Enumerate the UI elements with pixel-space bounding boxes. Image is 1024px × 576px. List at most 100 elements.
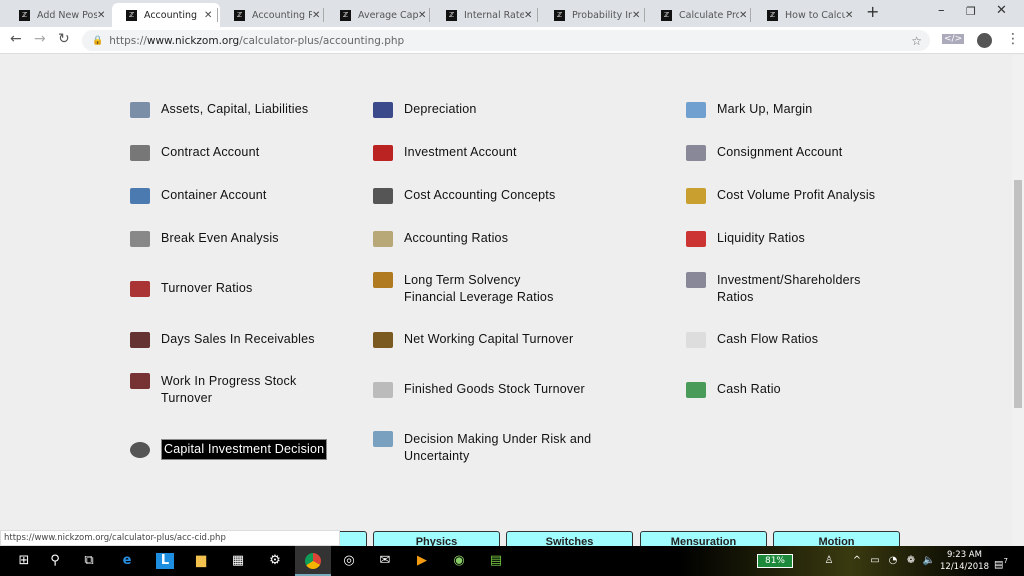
toolbar: ← → ↻ 🔒 https://www.nickzom.org/calculat… <box>0 27 1024 54</box>
people-icon[interactable]: ♙ <box>820 553 838 569</box>
topic-link[interactable]: Investment/Shareholders Ratios <box>686 272 861 306</box>
topic-link[interactable]: Finished Goods Stock Turnover <box>373 381 585 398</box>
reload-icon[interactable]: ↻ <box>58 31 70 47</box>
wifi-icon[interactable]: ◔ <box>884 553 902 569</box>
tab[interactable]: ℤInternal Rate o✕ <box>432 3 540 27</box>
topic-thumbnail-icon <box>373 230 393 247</box>
topic-link[interactable]: Assets, Capital, Liabilities <box>130 101 308 118</box>
media-player-icon[interactable]: ▶ <box>413 553 431 569</box>
favicon-icon: ℤ <box>554 9 565 21</box>
tab-separator <box>644 8 645 22</box>
tab[interactable]: ℤProbability Ind✕ <box>540 3 648 27</box>
chevron-up-icon[interactable]: ^ <box>848 553 866 569</box>
topic-thumbnail-icon <box>686 272 706 288</box>
topic-link[interactable]: Net Working Capital Turnover <box>373 331 573 348</box>
close-tab-icon[interactable]: ✕ <box>845 10 861 21</box>
task-view-icon[interactable]: ⧉ <box>80 553 98 569</box>
chrome-icon[interactable] <box>295 546 331 576</box>
settings-icon[interactable]: ⚙ <box>266 553 284 569</box>
notifications-icon[interactable]: ▤7 <box>992 553 1010 570</box>
tab[interactable]: ℤAccounting Ra✕ <box>220 3 328 27</box>
tab[interactable]: ℤHow to Calcula✕ <box>753 3 861 27</box>
topic-thumbnail-icon <box>686 187 706 204</box>
clock[interactable]: 9:23 AM 12/14/2018 <box>940 549 989 573</box>
mail-icon[interactable]: ✉ <box>376 553 394 569</box>
tab[interactable]: ℤCalculate Prob✕ <box>647 3 755 27</box>
tab-separator <box>217 8 218 22</box>
topic-thumbnail-icon <box>130 144 150 161</box>
android-studio-icon[interactable]: ◉ <box>450 553 468 569</box>
topic-link[interactable]: Contract Account <box>130 144 259 161</box>
topic-thumbnail-icon <box>373 331 393 348</box>
topic-link[interactable]: Cash Ratio <box>686 381 781 398</box>
new-tab-button[interactable]: + <box>866 2 879 21</box>
favicon-icon: ℤ <box>340 9 351 21</box>
scrollbar[interactable] <box>1012 55 1024 545</box>
topic-link[interactable]: Turnover Ratios <box>130 280 252 297</box>
taskbar: ⊞ ⚲ ⧉ e L ▆ ▦ ⚙ ◎ ✉ ▶ ◉ ▤ 81% ♙ ^ ▭ ◔ ❁ … <box>0 546 1024 576</box>
topic-link[interactable]: Long Term Solvency Financial Leverage Ra… <box>373 272 554 306</box>
close-window-button[interactable]: ✕ <box>996 3 1007 18</box>
topic-link[interactable]: Break Even Analysis <box>130 230 279 247</box>
tab[interactable]: ℤAverage Capit✕ <box>326 3 434 27</box>
extension-icon[interactable]: </> <box>942 34 965 44</box>
topic-thumbnail-icon <box>686 101 706 118</box>
topic-link[interactable]: Decision Making Under Risk and Uncertain… <box>373 431 591 465</box>
notepad-icon[interactable]: ▤ <box>487 553 505 569</box>
topic-link[interactable]: Cost Accounting Concepts <box>373 187 555 204</box>
network-icon[interactable]: ❁ <box>902 553 920 569</box>
favicon-icon: ℤ <box>234 9 245 21</box>
topic-thumbnail-icon <box>373 272 393 288</box>
edge-icon[interactable]: e <box>118 553 136 569</box>
back-icon[interactable]: ← <box>10 31 22 47</box>
windows-start-icon[interactable]: ⊞ <box>15 553 33 569</box>
topic-thumbnail-icon <box>373 381 393 398</box>
tab-separator <box>429 8 430 22</box>
favicon-icon: ℤ <box>126 9 137 21</box>
topic-thumbnail-icon <box>373 144 393 161</box>
topic-thumbnail-icon <box>373 187 393 204</box>
topic-link[interactable]: Container Account <box>130 187 267 204</box>
power-icon[interactable]: ▭ <box>866 553 884 569</box>
favicon-icon: ℤ <box>19 9 30 21</box>
topic-thumbnail-icon <box>130 331 150 348</box>
search-icon[interactable]: ⚲ <box>46 553 64 569</box>
topic-thumbnail-icon <box>130 280 150 297</box>
topic-link[interactable]: Cash Flow Ratios <box>686 331 818 348</box>
volume-icon[interactable]: 🔈 <box>920 553 938 569</box>
menu-icon[interactable]: ⋮ <box>1006 31 1020 47</box>
star-icon[interactable]: ☆ <box>911 34 922 48</box>
topic-thumbnail-icon <box>130 230 150 247</box>
scrollbar-thumb[interactable] <box>1014 180 1022 408</box>
file-explorer-icon[interactable]: ▆ <box>192 553 210 569</box>
topic-link[interactable]: Capital Investment Decision <box>130 439 328 460</box>
tab[interactable]: ℤ Accounting ✕ <box>112 3 220 27</box>
topic-link[interactable]: Work In Progress Stock Turnover <box>130 373 296 407</box>
topic-link[interactable]: Depreciation <box>373 101 477 118</box>
topic-link[interactable]: Accounting Ratios <box>373 230 508 247</box>
status-url: https://www.nickzom.org/calculator-plus/… <box>0 530 340 546</box>
restore-button[interactable]: ❐ <box>966 5 976 18</box>
topic-link[interactable]: Cost Volume Profit Analysis <box>686 187 875 204</box>
favicon-icon: ℤ <box>767 9 778 21</box>
minimize-button[interactable]: – <box>938 3 945 18</box>
tab[interactable]: ℤ Add New Post ✕ <box>5 3 113 27</box>
favicon-icon: ℤ <box>661 9 672 21</box>
close-tab-icon[interactable]: ✕ <box>632 10 648 21</box>
topic-thumbnail-icon <box>686 331 706 348</box>
app-l-icon[interactable]: L <box>156 553 174 569</box>
topic-link[interactable]: Days Sales In Receivables <box>130 331 315 348</box>
avatar[interactable] <box>977 33 992 48</box>
forward-icon[interactable]: → <box>34 31 46 47</box>
topic-link[interactable]: Liquidity Ratios <box>686 230 805 247</box>
topic-link[interactable]: Investment Account <box>373 144 517 161</box>
calculator-icon[interactable]: ▦ <box>229 553 247 569</box>
groove-icon[interactable]: ◎ <box>340 553 358 569</box>
topic-link[interactable]: Mark Up, Margin <box>686 101 812 118</box>
address-bar[interactable]: 🔒 https://www.nickzom.org/calculator-plu… <box>82 30 930 51</box>
topic-thumbnail-icon <box>686 230 706 247</box>
close-tab-icon[interactable]: ✕ <box>97 10 113 21</box>
topic-thumbnail-icon <box>373 101 393 118</box>
topic-link[interactable]: Consignment Account <box>686 144 842 161</box>
battery-indicator[interactable]: 81% <box>757 554 793 568</box>
